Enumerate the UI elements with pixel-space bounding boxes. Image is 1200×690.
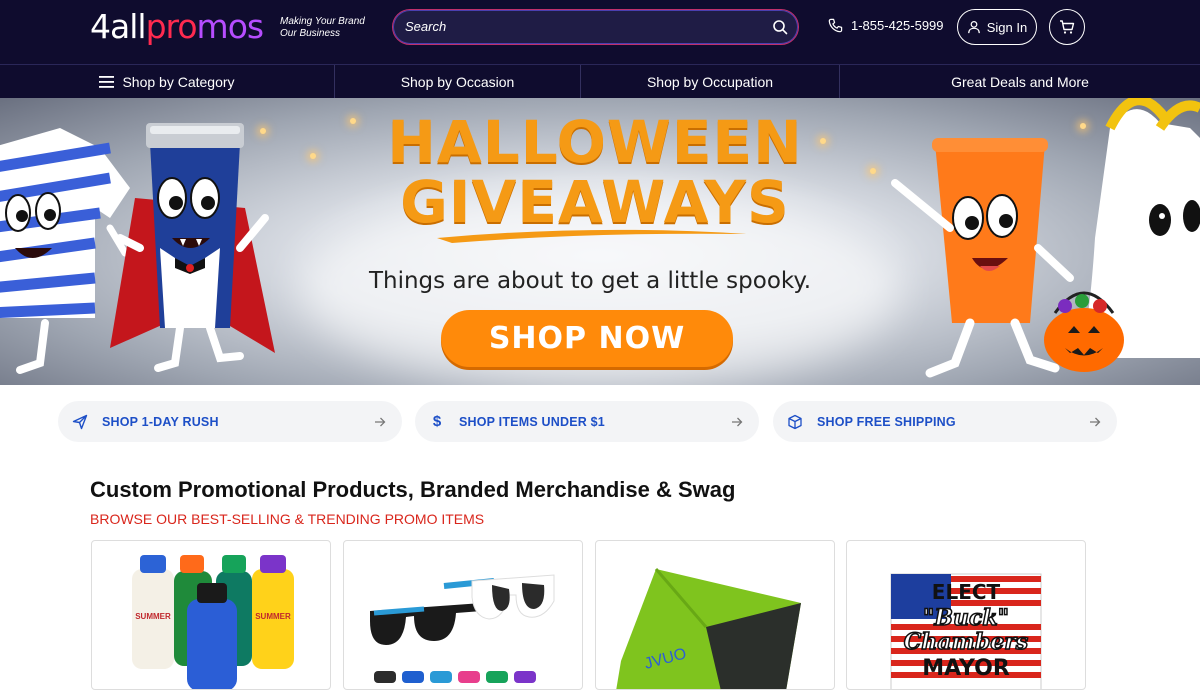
svg-text:SUMMER: SUMMER	[135, 612, 171, 621]
cart-button[interactable]	[1049, 9, 1085, 45]
product-card-water-bottles[interactable]: SUMMER SUMMER	[91, 540, 331, 690]
product-card-cooling-towel[interactable]: JVUO	[595, 540, 835, 690]
banner-subline: Things are about to get a little spooky.	[368, 268, 812, 294]
arrow-right-icon	[375, 417, 386, 426]
arrow-right-icon	[1090, 417, 1101, 426]
halloween-left-characters-illustration	[0, 123, 275, 374]
top-header: 4allpromos Making Your Brand Our Busines…	[0, 0, 1200, 64]
svg-text:SUMMER: SUMMER	[255, 612, 291, 621]
headline-underline-swoosh	[437, 229, 747, 243]
banner-headline: HALLOWEEN GIVEAWAYS	[387, 108, 803, 236]
search-input[interactable]	[405, 10, 765, 43]
shop-now-button[interactable]: SHOP NOW	[441, 310, 733, 367]
user-icon	[967, 20, 980, 34]
product-card-sunglasses[interactable]	[343, 540, 583, 690]
section-title: Custom Promotional Products, Branded Mer…	[90, 477, 736, 502]
paper-plane-icon	[72, 414, 88, 429]
phone-icon	[828, 18, 843, 33]
nav-shop-by-category[interactable]: Shop by Category	[0, 65, 335, 98]
yard-sign-image: ELECT "Buck" Chambers MAYOR	[890, 573, 1042, 689]
search-icon[interactable]	[772, 19, 788, 35]
svg-text:MAYOR: MAYOR	[922, 656, 1010, 681]
phone-link[interactable]: 1-855-425-5999	[828, 18, 944, 33]
search-bar	[392, 9, 799, 45]
box-icon	[788, 414, 802, 429]
hero-banner[interactable]: HALLOWEEN GIVEAWAYS Things are about to …	[0, 98, 1200, 385]
svg-text:Chambers: Chambers	[904, 629, 1028, 655]
cooling-towel-image: JVUO	[616, 568, 801, 689]
nav-shop-by-occupation[interactable]: Shop by Occupation	[581, 65, 840, 98]
site-logo[interactable]: 4allpromos	[90, 8, 264, 46]
main-nav: Shop by Category Shop by Occasion Shop b…	[0, 64, 1200, 98]
quick-link-items-under-1[interactable]: $ SHOP ITEMS UNDER $1	[415, 401, 759, 442]
sunglasses-image	[370, 574, 555, 683]
section-subtitle: BROWSE OUR BEST-SELLING & TRENDING PROMO…	[90, 511, 485, 527]
nav-great-deals[interactable]: Great Deals and More	[840, 65, 1200, 98]
quick-link-free-shipping[interactable]: SHOP FREE SHIPPING	[773, 401, 1117, 442]
cart-icon	[1060, 20, 1075, 34]
water-bottles-image: SUMMER SUMMER	[132, 555, 294, 689]
nav-shop-by-occasion[interactable]: Shop by Occasion	[335, 65, 581, 98]
tagline: Making Your Brand Our Business	[280, 16, 365, 39]
bokeh-light	[350, 118, 356, 124]
svg-text:ELECT: ELECT	[932, 580, 1001, 604]
quick-link-1-day-rush[interactable]: SHOP 1-DAY RUSH	[58, 401, 402, 442]
sign-in-button[interactable]: Sign In	[957, 9, 1037, 45]
arrow-right-icon	[732, 417, 743, 426]
dollar-icon: $	[432, 412, 442, 430]
product-card-yard-sign[interactable]: ELECT "Buck" Chambers MAYOR	[846, 540, 1086, 690]
bokeh-light	[820, 138, 826, 144]
halloween-right-characters-illustration	[891, 98, 1200, 378]
bokeh-light	[310, 153, 316, 159]
menu-icon	[99, 75, 115, 88]
svg-text:"Buck": "Buck"	[923, 605, 1009, 631]
